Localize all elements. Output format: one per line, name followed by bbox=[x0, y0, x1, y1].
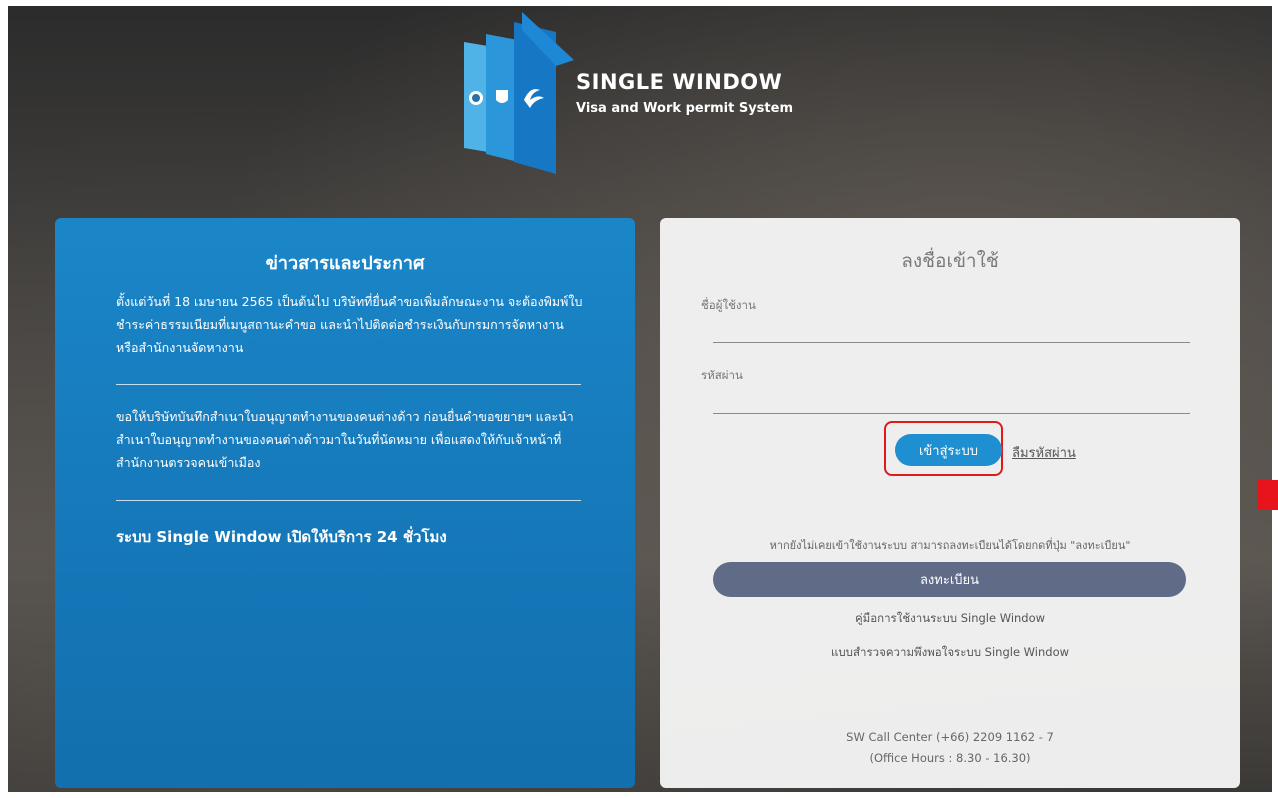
register-button[interactable]: ลงทะเบียน bbox=[713, 562, 1186, 597]
single-window-emblem-icon bbox=[464, 12, 574, 174]
register-hint: หากยังไม่เคยเข้าใช้งานระบบ สามารถลงทะเบี… bbox=[769, 539, 1131, 552]
news-divider bbox=[116, 384, 581, 385]
news-item: ขอให้บริษัทบันทึกสำเนาใบอนุญาตทำงานของคน… bbox=[116, 409, 574, 470]
news-item: ตั้งแต่วันที่ 18 เมษายน 2565 เป็นต้นไป บ… bbox=[116, 294, 583, 355]
username-field[interactable] bbox=[713, 318, 1190, 343]
user-manual-link[interactable]: คู่มือการใช้งานระบบ Single Window bbox=[660, 610, 1240, 628]
office-hours: (Office Hours : 8.30 - 16.30) bbox=[869, 751, 1031, 765]
login-panel: ลงชื่อเข้าใช้ ชื่อผู้ใช้งาน รหัสผ่าน เข้… bbox=[660, 218, 1240, 788]
news-item-service-hours: ระบบ Single Window เปิดให้บริการ 24 ชั่ว… bbox=[116, 528, 447, 546]
password-field[interactable] bbox=[713, 389, 1190, 414]
brand-logo: SINGLE WINDOW Visa and Work permit Syste… bbox=[462, 12, 842, 182]
news-heading: ข่าวสารและประกาศ bbox=[265, 253, 425, 274]
brand-subtitle: Visa and Work permit System bbox=[576, 101, 794, 116]
left-border bbox=[0, 0, 8, 798]
bottom-border bbox=[0, 792, 1278, 798]
news-panel: ข่าวสารและประกาศ ตั้งแต่วันที่ 18 เมษายน… bbox=[55, 218, 635, 788]
top-border bbox=[0, 0, 1278, 6]
right-border bbox=[1272, 0, 1278, 798]
login-button[interactable]: เข้าสู่ระบบ bbox=[895, 434, 1002, 466]
call-center-phone: SW Call Center (+66) 2209 1162 - 7 bbox=[846, 730, 1054, 744]
password-label: รหัสผ่าน bbox=[701, 368, 743, 382]
login-heading: ลงชื่อเข้าใช้ bbox=[901, 250, 999, 272]
red-marker bbox=[1257, 480, 1278, 510]
forgot-password-link[interactable]: ลืมรหัสผ่าน bbox=[1012, 442, 1076, 463]
username-label: ชื่อผู้ใช้งาน bbox=[701, 298, 756, 312]
news-divider bbox=[116, 500, 581, 501]
satisfaction-survey-link[interactable]: แบบสำรวจความพึงพอใจระบบ Single Window bbox=[660, 644, 1240, 662]
brand-title: SINGLE WINDOW bbox=[576, 70, 783, 94]
